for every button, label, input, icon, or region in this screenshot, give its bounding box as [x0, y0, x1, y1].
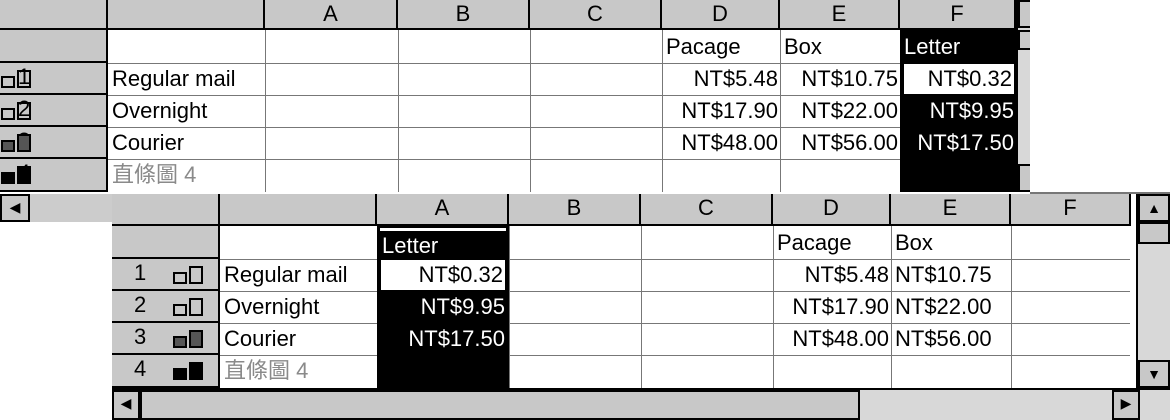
cell-label[interactable]: 直條圖 4 [110, 160, 265, 190]
cell-D-header[interactable]: Pacage [775, 228, 889, 258]
cell-label[interactable]: Overnight [110, 96, 265, 126]
row-header-1[interactable]: 1 [112, 259, 220, 291]
outline-level-icon [1, 70, 31, 88]
row-number: 3 [134, 324, 147, 349]
cell-D[interactable]: NT$5.48 [662, 64, 780, 94]
cell-E[interactable]: NT$10.75 [893, 260, 1011, 290]
row-number: 2 [134, 292, 147, 317]
col-header-E[interactable]: E [891, 194, 1011, 226]
gridline [1011, 226, 1012, 388]
col-header-C[interactable]: C [530, 0, 662, 30]
outline-level-icon [173, 266, 203, 284]
select-all-corner[interactable] [112, 194, 220, 226]
cell-E-header[interactable]: Box [893, 228, 1009, 258]
cell-D-header[interactable]: Pacage [664, 32, 778, 62]
cell-A[interactable]: NT$17.50 [377, 324, 507, 354]
col-header-F[interactable]: F [1011, 194, 1131, 226]
cell-F-active[interactable]: NT$0.32 [904, 64, 1014, 96]
cell-E[interactable]: NT$22.00 [893, 292, 1011, 322]
row-header-blank[interactable] [0, 30, 108, 63]
cell-A-active[interactable]: NT$0.32 [381, 260, 505, 292]
cell-E-header[interactable]: Box [782, 32, 898, 62]
col-header-B[interactable]: B [398, 0, 530, 30]
cell-D[interactable]: NT$17.90 [662, 96, 780, 126]
scroll-up-button[interactable]: ▲ [1018, 0, 1030, 28]
col-header-A[interactable]: A [265, 0, 398, 30]
row-header-4[interactable]: 4 [0, 159, 108, 192]
row-number: 4 [134, 356, 147, 381]
scroll-up-button[interactable]: ▲ [1138, 194, 1170, 222]
scroll-thumb[interactable] [1138, 222, 1170, 244]
gridline [530, 30, 531, 192]
col-header-A[interactable]: A [377, 194, 509, 226]
col-header-D[interactable]: D [773, 194, 891, 226]
row-header-3[interactable]: 3 [0, 127, 108, 159]
cell-label[interactable]: Courier [110, 128, 265, 158]
row-header-2[interactable]: 2 [112, 291, 220, 323]
cell-E[interactable]: NT$56.00 [893, 324, 1011, 354]
scroll-thumb[interactable] [1018, 30, 1030, 50]
scroll-left-button[interactable]: ◀ [112, 390, 140, 420]
scroll-down-button[interactable]: ▼ [1018, 164, 1030, 192]
cell-label[interactable]: 直條圖 4 [222, 356, 377, 386]
outline-level-icon [173, 362, 203, 380]
scroll-right-button[interactable]: ▶ [1112, 390, 1140, 420]
vertical-scrollbar[interactable]: ▲ ▼ [1016, 0, 1030, 192]
outline-level-icon [1, 102, 31, 120]
col-header-F[interactable]: F [900, 0, 1016, 30]
col-header-C[interactable]: C [641, 194, 773, 226]
cell-label[interactable]: Regular mail [222, 260, 377, 290]
cell-E[interactable]: NT$56.00 [780, 128, 900, 158]
outline-level-icon [1, 134, 31, 152]
cell-D[interactable]: NT$48.00 [773, 324, 891, 354]
gridline [265, 30, 266, 192]
cell-A-header[interactable]: Letter [380, 228, 506, 261]
cell-label[interactable]: Regular mail [110, 64, 265, 94]
cell-F[interactable]: NT$17.50 [900, 128, 1016, 158]
cell-D[interactable]: NT$5.48 [773, 260, 891, 290]
scroll-down-button[interactable]: ▼ [1138, 360, 1170, 388]
cell-label[interactable]: Courier [222, 324, 377, 354]
scroll-thumb[interactable] [140, 390, 860, 420]
cell-F[interactable]: NT$9.95 [900, 96, 1016, 126]
gridline [891, 226, 892, 388]
top-sheet: A B C D E F 1 2 3 4 Pacage Box Letter Re… [0, 0, 1030, 192]
cell-E[interactable]: NT$22.00 [780, 96, 900, 126]
outline-level-icon [173, 298, 203, 316]
scroll-left-button[interactable]: ◀ [0, 194, 30, 222]
row-header-blank[interactable] [112, 226, 220, 259]
cell-D[interactable]: NT$48.00 [662, 128, 780, 158]
row-number: 1 [134, 260, 147, 285]
gridline [509, 226, 510, 388]
col-header-E[interactable]: E [780, 0, 900, 30]
row-header-1[interactable]: 1 [0, 63, 108, 95]
cell-E[interactable]: NT$10.75 [780, 64, 900, 94]
horizontal-scrollbar[interactable]: ◀ ▶ [112, 388, 1170, 420]
top-horizontal-scrollbar[interactable]: ◀ [0, 194, 112, 222]
col-header-D[interactable]: D [662, 0, 780, 30]
row-header-3[interactable]: 3 [112, 323, 220, 355]
outline-column-header[interactable] [220, 194, 377, 226]
gridline [398, 30, 399, 192]
cell-D[interactable]: NT$17.90 [773, 292, 891, 322]
col-header-B[interactable]: B [509, 194, 641, 226]
row-header-2[interactable]: 2 [0, 95, 108, 127]
select-all-corner[interactable] [0, 0, 108, 30]
outline-level-icon [1, 166, 31, 184]
cell-A[interactable]: NT$9.95 [377, 292, 507, 322]
gridline [641, 226, 642, 388]
vertical-scrollbar[interactable]: ▲ ▼ [1136, 194, 1170, 388]
outline-column-header[interactable] [108, 0, 265, 30]
outline-level-icon [173, 330, 203, 348]
bottom-sheet: A B C D E F 1 2 3 4 Letter Pacage Box Re… [112, 194, 1170, 420]
cell-label[interactable]: Overnight [222, 292, 377, 322]
row-header-4[interactable]: 4 [112, 355, 220, 388]
